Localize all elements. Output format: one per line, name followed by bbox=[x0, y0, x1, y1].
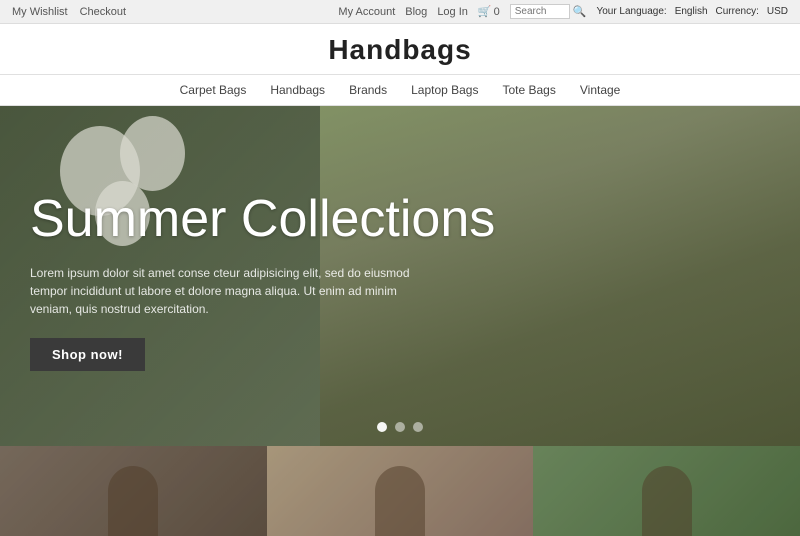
my-wishlist-link[interactable]: My Wishlist bbox=[12, 6, 68, 18]
nav-carpet-bags[interactable]: Carpet Bags bbox=[180, 83, 247, 97]
nav-handbags[interactable]: Handbags bbox=[270, 83, 325, 97]
currency-label: Currency: bbox=[716, 6, 759, 17]
carousel-dots bbox=[377, 422, 423, 432]
carousel-dot-1[interactable] bbox=[377, 422, 387, 432]
cart-count: 0 bbox=[494, 6, 500, 18]
language-value[interactable]: English bbox=[675, 6, 708, 17]
nav-vintage[interactable]: Vintage bbox=[580, 83, 620, 97]
search-input[interactable] bbox=[510, 4, 570, 19]
nav-tote-bags[interactable]: Tote Bags bbox=[502, 83, 555, 97]
hero-title: Summer Collections bbox=[30, 191, 530, 248]
thumbnail-1[interactable] bbox=[0, 446, 267, 536]
language-label: Your Language: bbox=[596, 6, 666, 17]
carousel-dot-3[interactable] bbox=[413, 422, 423, 432]
nav-brands[interactable]: Brands bbox=[349, 83, 387, 97]
top-bar-left: My Wishlist Checkout bbox=[12, 6, 126, 18]
thumbnails-row bbox=[0, 446, 800, 536]
carousel-dot-2[interactable] bbox=[395, 422, 405, 432]
cart-icon-wrap[interactable]: 🛒 0 bbox=[478, 5, 500, 18]
blog-link[interactable]: Blog bbox=[405, 6, 427, 18]
site-logo[interactable]: Handbags bbox=[0, 34, 800, 66]
person-silhouette-3 bbox=[642, 466, 692, 536]
hero-banner: Summer Collections Lorem ipsum dolor sit… bbox=[0, 106, 800, 446]
my-account-link[interactable]: My Account bbox=[338, 6, 395, 18]
currency-value[interactable]: USD bbox=[767, 6, 788, 17]
login-link[interactable]: Log In bbox=[437, 6, 468, 18]
person-silhouette-2 bbox=[375, 466, 425, 536]
hero-description: Lorem ipsum dolor sit amet conse cteur a… bbox=[30, 264, 410, 318]
checkout-link[interactable]: Checkout bbox=[80, 6, 126, 18]
hero-content: Summer Collections Lorem ipsum dolor sit… bbox=[0, 106, 560, 446]
top-bar-right: My Account Blog Log In 🛒 0 🔍 Your Langua… bbox=[338, 4, 788, 19]
shop-now-button[interactable]: Shop now! bbox=[30, 338, 145, 371]
search-icon[interactable]: 🔍 bbox=[573, 5, 587, 18]
main-nav: Carpet Bags Handbags Brands Laptop Bags … bbox=[0, 75, 800, 106]
thumbnail-2[interactable] bbox=[267, 446, 534, 536]
lang-currency: Your Language: English Currency: USD bbox=[596, 6, 788, 17]
nav-laptop-bags[interactable]: Laptop Bags bbox=[411, 83, 478, 97]
cart-icon: 🛒 bbox=[478, 5, 492, 18]
thumbnail-3[interactable] bbox=[533, 446, 800, 536]
search-wrap: 🔍 bbox=[510, 4, 587, 19]
person-silhouette-1 bbox=[108, 466, 158, 536]
logo-bar: Handbags bbox=[0, 24, 800, 75]
top-bar: My Wishlist Checkout My Account Blog Log… bbox=[0, 0, 800, 24]
